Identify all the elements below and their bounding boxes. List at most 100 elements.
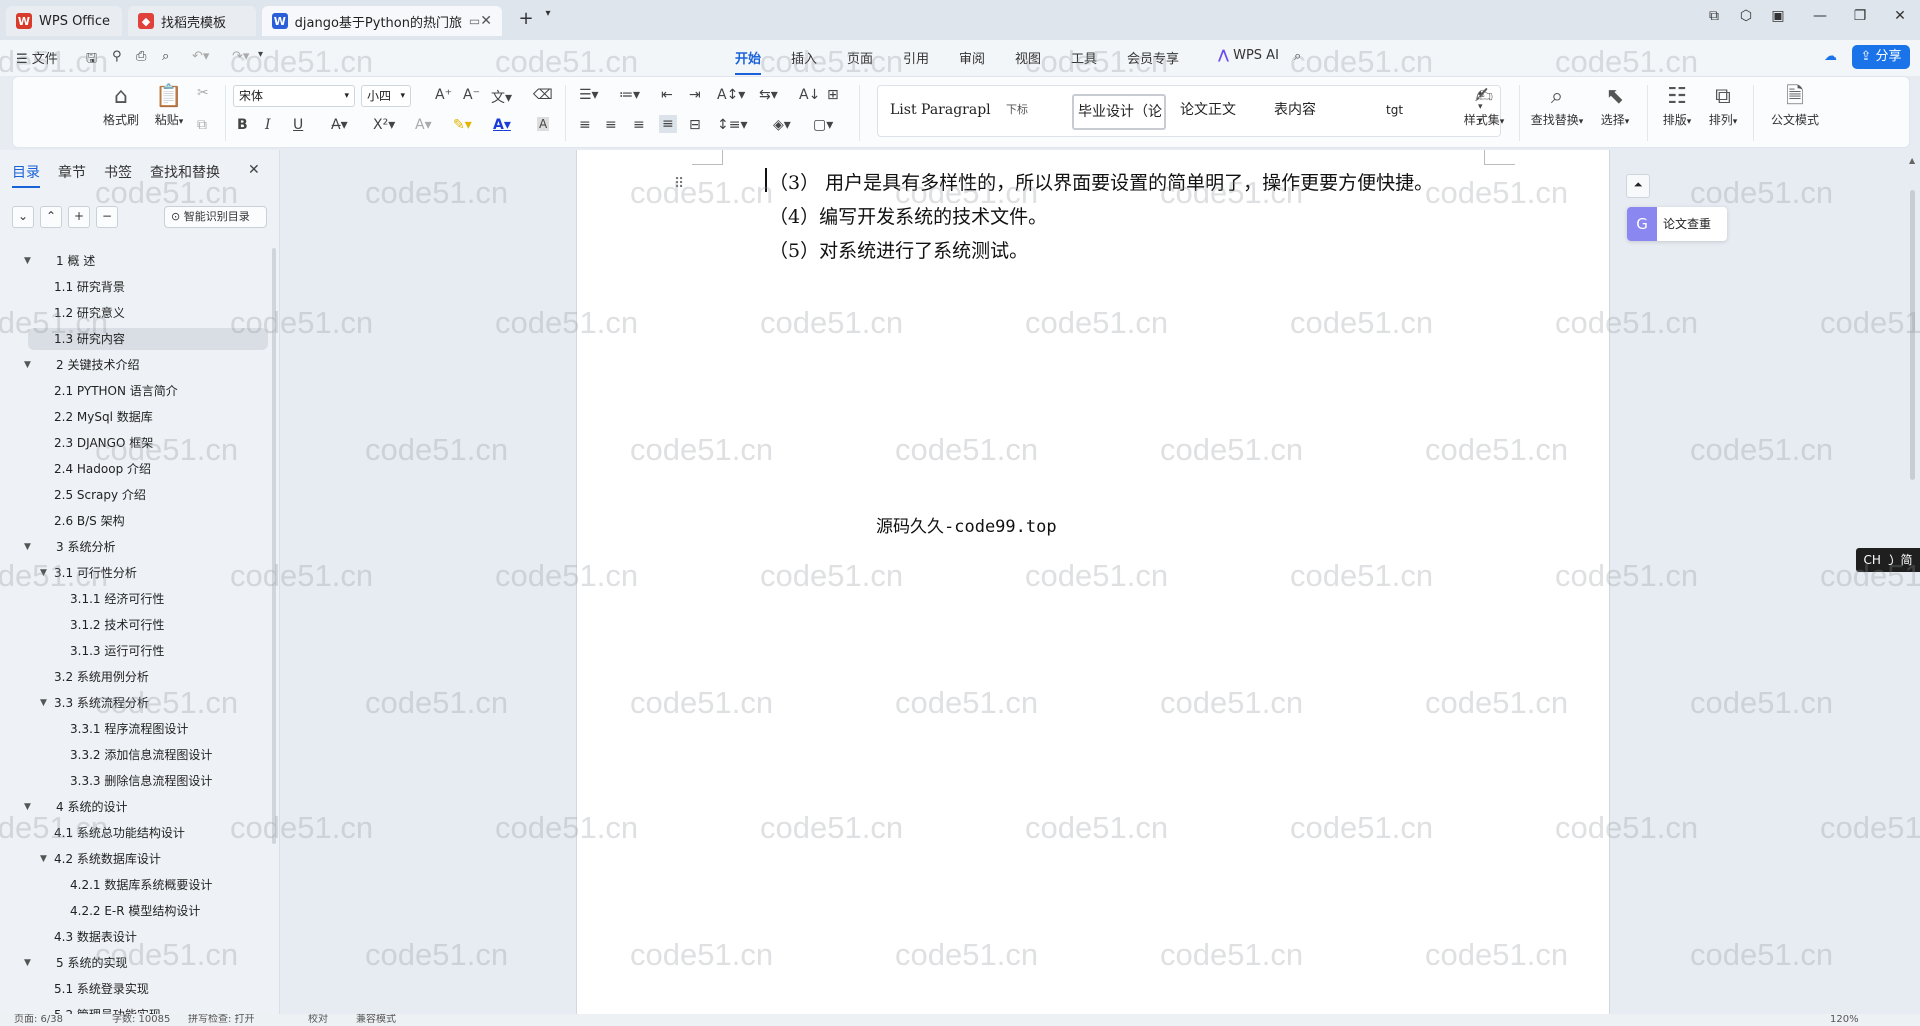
collapse-panel-icon[interactable]: ⏶ bbox=[1626, 174, 1650, 198]
toc-item[interactable]: ▼ 3 系统分析 bbox=[0, 536, 270, 558]
toc-item[interactable]: 3.1.1 经济可行性 bbox=[0, 588, 270, 610]
increase-indent-icon[interactable]: ⇥ bbox=[689, 87, 701, 103]
text-direction-icon[interactable]: A↕▾ bbox=[717, 87, 745, 103]
shrink-font-icon[interactable]: A⁻ bbox=[463, 87, 480, 103]
find-replace-button[interactable]: ⌕ 查找替换▾ bbox=[1527, 83, 1587, 128]
toc-item[interactable]: 1.2 研究意义 bbox=[0, 302, 270, 324]
toc-item[interactable]: 3.3.1 程序流程图设计 bbox=[0, 718, 270, 740]
minimize-icon[interactable]: — bbox=[1806, 8, 1834, 24]
style-table-content[interactable]: 表内容 bbox=[1270, 94, 1320, 126]
superscript-icon[interactable]: X²▾ bbox=[373, 117, 395, 133]
arrange-button[interactable]: ⧉ 排列▾ bbox=[1703, 83, 1743, 128]
close-tab-icon[interactable]: ✕ bbox=[480, 13, 492, 29]
toc-item[interactable]: ▼ 5 系统的实现 bbox=[0, 952, 270, 974]
wps-ai-button[interactable]: ⋀ WPS AI bbox=[1218, 48, 1279, 63]
document-scrollbar[interactable]: ▲ bbox=[1906, 150, 1920, 1012]
avatar[interactable]: ▣ bbox=[1764, 8, 1792, 24]
expand-triangle-icon[interactable]: ▼ bbox=[40, 848, 47, 870]
decrease-indent-icon[interactable]: ⇤ bbox=[661, 87, 673, 103]
style-subscript[interactable]: 下标 bbox=[1002, 94, 1032, 126]
underline-button[interactable]: U bbox=[293, 117, 303, 133]
font-family-select[interactable]: 宋体 ▾ bbox=[233, 85, 355, 107]
page-count[interactable]: 页面: 6/38 bbox=[14, 1014, 63, 1026]
monitor-icon[interactable]: ▭ bbox=[469, 14, 480, 28]
add-heading-icon[interactable]: + bbox=[68, 206, 90, 228]
document-page[interactable] bbox=[576, 150, 1610, 1026]
proofread-button[interactable]: 校对 bbox=[308, 1014, 328, 1026]
tab-list-chevron-icon[interactable]: ▾ bbox=[534, 8, 562, 19]
toc-item[interactable]: 5.1 系统登录实现 bbox=[0, 978, 270, 1000]
nav-tab-bookmarks[interactable]: 书签 bbox=[104, 162, 132, 182]
nav-tab-toc[interactable]: 目录 bbox=[12, 162, 40, 188]
undo-icon[interactable]: ↶▾ bbox=[192, 49, 209, 64]
menu-page[interactable]: 页面 bbox=[847, 48, 873, 67]
italic-button[interactable]: I bbox=[265, 117, 271, 133]
toc-item[interactable]: 2.6 B/S 架构 bbox=[0, 510, 270, 532]
justify-icon[interactable]: ≡ bbox=[659, 115, 677, 133]
menu-insert[interactable]: 插入 bbox=[791, 48, 817, 67]
toc-item[interactable]: ▼ 3.3 系统流程分析 bbox=[0, 692, 270, 714]
style-list-paragraph[interactable]: List Paragrapl bbox=[886, 94, 995, 126]
file-menu[interactable]: ☰ 文件 bbox=[16, 48, 58, 67]
redo-icon[interactable]: ↷▾ bbox=[232, 49, 249, 64]
window-layout-icon[interactable]: ⧉ bbox=[1700, 8, 1728, 24]
strikethrough-icon[interactable]: A̶▾ bbox=[331, 117, 348, 133]
line-spacing-icon[interactable]: ↕≡▾ bbox=[717, 117, 748, 133]
style-tgt[interactable]: tgt bbox=[1382, 94, 1407, 126]
toc-item[interactable]: 2.1 PYTHON 语言简介 bbox=[0, 380, 270, 402]
tab-current-document[interactable]: W django基于Python的热门旅 ▭ ✕ bbox=[262, 6, 502, 36]
style-graduation-design[interactable]: 毕业设计（论 bbox=[1072, 94, 1166, 130]
menu-view[interactable]: 视图 bbox=[1015, 48, 1041, 67]
toc-item[interactable]: 4.1 系统总功能结构设计 bbox=[0, 822, 270, 844]
nav-scrollbar[interactable] bbox=[272, 248, 276, 844]
menu-references[interactable]: 引用 bbox=[903, 48, 929, 67]
toc-item[interactable]: 1.3 研究内容 bbox=[28, 328, 268, 350]
print-preview-icon[interactable]: ⌕ bbox=[162, 49, 169, 64]
toc-item[interactable]: 2.2 MySql 数据库 bbox=[0, 406, 270, 428]
paper-check-button[interactable]: G 论文查重 bbox=[1627, 207, 1727, 241]
remove-heading-icon[interactable]: − bbox=[96, 206, 118, 228]
paragraph-5[interactable]: （5）对系统进行了系统测试。 bbox=[769, 236, 1028, 263]
expand-up-icon[interactable]: ⌃ bbox=[40, 206, 62, 228]
toc-item[interactable]: 3.1.3 运行可行性 bbox=[0, 640, 270, 662]
drag-handle-icon[interactable]: ⠿ bbox=[674, 176, 684, 192]
search-icon[interactable]: ⌕ bbox=[1294, 49, 1301, 64]
collapse-all-icon[interactable]: ⌄ bbox=[12, 206, 34, 228]
toc-item[interactable]: ▼ 4 系统的设计 bbox=[0, 796, 270, 818]
char-shading-icon[interactable]: A bbox=[537, 117, 550, 131]
text-effect-icon[interactable]: A▾ bbox=[415, 117, 432, 133]
toc-item[interactable]: 3.3.3 删除信息流程图设计 bbox=[0, 770, 270, 792]
sort-icon[interactable]: A↓ bbox=[799, 87, 820, 103]
close-window-icon[interactable]: ✕ bbox=[1886, 8, 1914, 24]
sort-switch-icon[interactable]: ⇆▾ bbox=[759, 87, 778, 103]
more-chevron-icon[interactable]: ▾ bbox=[258, 49, 263, 60]
numbered-list-icon[interactable]: ≔▾ bbox=[619, 87, 640, 103]
font-color-button[interactable]: A▾ bbox=[493, 117, 511, 133]
clear-format-icon[interactable]: ⌫ bbox=[533, 87, 553, 103]
nav-tab-chapters[interactable]: 章节 bbox=[58, 162, 86, 182]
expand-triangle-icon[interactable]: ▼ bbox=[40, 562, 47, 584]
toc-item[interactable]: ▼ 4.2 系统数据库设计 bbox=[0, 848, 270, 870]
select-button[interactable]: ⬉ 选择▾ bbox=[1593, 83, 1637, 128]
paragraph-shading-icon[interactable]: ◈▾ bbox=[773, 117, 791, 133]
show-marks-icon[interactable]: ⊞ bbox=[827, 87, 839, 103]
tab-wps-office[interactable]: W WPS Office bbox=[6, 6, 122, 36]
zoom-level[interactable]: 120% bbox=[1830, 1014, 1859, 1026]
toc-item[interactable]: ▼ 3.1 可行性分析 bbox=[0, 562, 270, 584]
scroll-thumb[interactable] bbox=[1910, 190, 1915, 480]
expand-triangle-icon[interactable]: ▼ bbox=[40, 692, 47, 714]
expand-triangle-icon[interactable]: ▼ bbox=[24, 796, 31, 818]
word-count[interactable]: 字数: 10085 bbox=[112, 1014, 170, 1026]
copy-icon[interactable]: ⧉ bbox=[197, 117, 207, 133]
expand-triangle-icon[interactable]: ▼ bbox=[24, 250, 31, 272]
toc-item[interactable]: 3.1.2 技术可行性 bbox=[0, 614, 270, 636]
toc-item[interactable]: 4.2.1 数据库系统概要设计 bbox=[0, 874, 270, 896]
toc-item[interactable]: 2.5 Scrapy 介绍 bbox=[0, 484, 270, 506]
spellcheck-status[interactable]: 拼写检查: 打开 bbox=[188, 1014, 255, 1026]
bullet-list-icon[interactable]: ☰▾ bbox=[579, 87, 599, 103]
toc-item[interactable]: ▼ 1 概 述 bbox=[0, 250, 270, 272]
tab-docer-templates[interactable]: ◆ 找稻壳模板 bbox=[128, 6, 256, 36]
toc-item[interactable]: 3.3.2 添加信息流程图设计 bbox=[0, 744, 270, 766]
align-left-icon[interactable]: ≡ bbox=[579, 117, 591, 133]
save-icon[interactable]: 🖫 bbox=[86, 49, 97, 71]
